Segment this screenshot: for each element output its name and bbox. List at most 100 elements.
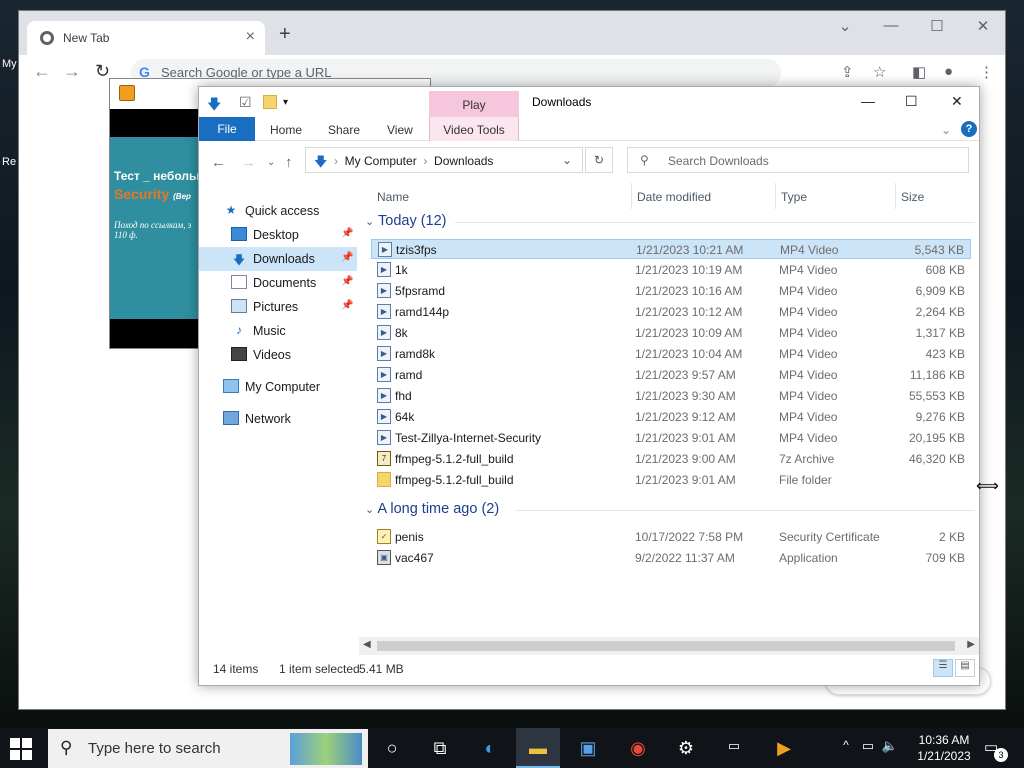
column-header-date[interactable]: Date modified <box>637 190 711 204</box>
properties-checkbox-icon[interactable]: ☑ <box>239 94 252 111</box>
details-view-icon[interactable]: ☰ <box>933 659 953 677</box>
pin-icon[interactable]: 📌 <box>341 276 353 287</box>
notification-center-icon[interactable]: ▭ 3 <box>984 738 1008 762</box>
file-row[interactable]: ▶ tzis3fps 1/21/2023 10:21 AM MP4 Video 5,54… <box>371 239 971 259</box>
scrollbar-thumb[interactable] <box>377 641 955 651</box>
forward-arrow-icon[interactable]: → <box>63 61 81 82</box>
task-view-icon[interactable]: ⧉ <box>418 728 462 768</box>
close-button[interactable]: ✕ <box>970 17 996 35</box>
edge-icon[interactable]: ◐ <box>468 728 512 768</box>
taskbar-search-input[interactable]: ⚲ Type here to search <box>48 729 368 768</box>
terminal-icon[interactable]: ▭ <box>712 728 756 768</box>
tab-search-chevron-icon[interactable]: ⌄ <box>832 17 858 35</box>
group-header[interactable]: ⌄ A long time ago (2) <box>365 501 975 517</box>
search-input[interactable]: ⚲ Search Downloads <box>627 147 969 173</box>
sidebar-item-network[interactable]: Network <box>199 407 357 431</box>
minimize-button[interactable]: — <box>878 17 904 34</box>
start-button[interactable] <box>10 738 32 760</box>
tab-home[interactable]: Home <box>270 123 302 137</box>
scroll-left-icon[interactable]: ◀ <box>363 639 371 650</box>
new-tab-button[interactable]: + <box>279 23 291 46</box>
sidebar-item-downloads[interactable]: 🡇 Downloads 📌 <box>199 247 357 271</box>
file-row[interactable]: ▶ ramd8k 1/21/2023 10:04 AM MP4 Video 423 KB <box>371 344 971 364</box>
sidebar-item-documents[interactable]: Documents 📌 <box>199 271 357 295</box>
file-row[interactable]: ▶ fhd 1/21/2023 9:30 AM MP4 Video 55,553 KB <box>371 386 971 406</box>
close-button[interactable]: ✕ <box>951 93 963 110</box>
side-panel-icon[interactable]: ◧ <box>912 63 926 81</box>
up-arrow-icon[interactable]: ↑ <box>285 154 293 171</box>
tab-file[interactable]: File <box>199 117 255 141</box>
file-row[interactable]: ▶ 64k 1/21/2023 9:12 AM MP4 Video 9,276 KB <box>371 407 971 427</box>
file-row[interactable]: ▶ 5fpsramd 1/21/2023 10:16 AM MP4 Video 6,90… <box>371 281 971 301</box>
column-divider[interactable] <box>631 183 632 209</box>
expand-ribbon-chevron-icon[interactable]: ⌄ <box>941 123 951 137</box>
scroll-right-icon[interactable]: ▶ <box>967 639 975 650</box>
group-header[interactable]: ⌄ Today (12) <box>365 213 975 229</box>
chrome-tab[interactable]: New Tab × <box>27 21 265 55</box>
file-row[interactable]: 7 ffmpeg-5.1.2-full_build 1/21/2023 9:00 A… <box>371 449 971 469</box>
pin-icon[interactable]: 📌 <box>341 228 353 239</box>
maximize-button[interactable]: ☐ <box>924 17 950 35</box>
file-row[interactable]: ▶ ramd 1/21/2023 9:57 AM MP4 Video 11,186 KB <box>371 365 971 385</box>
profile-avatar-icon[interactable]: ● <box>944 63 953 80</box>
file-row[interactable]: ffmpeg-5.1.2-full_build 1/21/2023 9:01 AM… <box>371 470 971 490</box>
collapse-chevron-icon[interactable]: ⌄ <box>365 216 374 228</box>
help-icon[interactable]: ? <box>961 121 977 137</box>
new-folder-icon[interactable] <box>263 95 277 109</box>
horizontal-scrollbar[interactable]: ◀ ▶ <box>359 637 979 655</box>
download-arrow-icon[interactable]: 🡇 <box>207 94 221 118</box>
settings-gear-icon[interactable]: ⚙ <box>664 728 708 768</box>
store-icon[interactable]: ▣ <box>566 728 610 768</box>
large-icons-view-icon[interactable]: ▤ <box>955 659 975 677</box>
tab-close-icon[interactable]: × <box>246 28 255 46</box>
tab-view[interactable]: View <box>387 123 413 137</box>
column-divider[interactable] <box>895 183 896 209</box>
sidebar-item-music[interactable]: ♪ Music <box>199 319 357 343</box>
file-row[interactable]: ▣ vac467 9/2/2022 11:37 AM Application 709 K… <box>371 548 971 568</box>
desktop-icon-label[interactable]: My <box>2 58 17 70</box>
tab-share[interactable]: Share <box>328 123 360 137</box>
breadcrumb-root[interactable]: My Computer <box>345 154 417 168</box>
column-header-name[interactable]: Name <box>377 190 409 204</box>
file-row[interactable]: ▶ ramd144p 1/21/2023 10:12 AM MP4 Video 2,26… <box>371 302 971 322</box>
media-player-taskbar-icon[interactable]: ▶ <box>762 728 806 768</box>
sidebar-item-my-computer[interactable]: My Computer <box>199 375 357 399</box>
file-row[interactable]: ▶ Test-Zillya-Internet-Security 1/21/2023 … <box>371 428 971 448</box>
network-icon[interactable]: ▭ <box>858 728 878 768</box>
address-bar[interactable]: 🡇 › My Computer › Downloads ⌄ <box>305 147 583 173</box>
recent-locations-chevron-icon[interactable]: ⌄ <box>267 157 275 168</box>
file-row[interactable]: ✓ penis 10/17/2022 7:58 PM Security Certifi… <box>371 527 971 547</box>
sidebar-item-quick-access[interactable]: ★ Quick access <box>199 199 357 223</box>
column-divider[interactable] <box>775 183 776 209</box>
forward-arrow-icon[interactable]: → <box>241 154 256 171</box>
pin-icon[interactable]: 📌 <box>341 300 353 311</box>
menu-kebab-icon[interactable]: ⋮ <box>979 63 994 81</box>
column-header-type[interactable]: Type <box>781 190 807 204</box>
tab-video-tools[interactable]: Video Tools <box>429 117 519 141</box>
sidebar-item-videos[interactable]: Videos <box>199 343 357 367</box>
customize-toolbar-chevron-icon[interactable]: ▾ <box>283 97 288 108</box>
chrome-taskbar-icon[interactable]: ◉ <box>616 728 660 768</box>
share-icon[interactable]: ⇪ <box>841 63 854 81</box>
file-row[interactable]: ▶ 8k 1/21/2023 10:09 AM MP4 Video 1,317 KB <box>371 323 971 343</box>
clock[interactable]: 10:36 AM 1/21/2023 <box>904 732 984 764</box>
cortana-icon[interactable]: ○ <box>370 728 414 768</box>
file-explorer-taskbar-icon[interactable]: ▬ <box>516 728 560 768</box>
desktop-icon-label[interactable]: Re <box>2 156 16 168</box>
back-arrow-icon[interactable]: ← <box>211 154 226 171</box>
breadcrumb-current[interactable]: Downloads <box>434 154 493 168</box>
reload-icon[interactable]: ↻ <box>95 61 110 82</box>
collapse-chevron-icon[interactable]: ⌄ <box>365 504 374 516</box>
pin-icon[interactable]: 📌 <box>341 252 353 263</box>
refresh-button[interactable]: ↻ <box>585 147 613 173</box>
file-row[interactable]: ▶ 1k 1/21/2023 10:19 AM MP4 Video 608 KB <box>371 260 971 280</box>
back-arrow-icon[interactable]: ← <box>33 61 51 82</box>
show-hidden-icons-chevron-icon[interactable]: ^ <box>836 728 856 768</box>
sidebar-item-desktop[interactable]: Desktop 📌 <box>199 223 357 247</box>
sidebar-item-pictures[interactable]: Pictures 📌 <box>199 295 357 319</box>
volume-icon[interactable]: 🔈 <box>880 728 900 768</box>
column-header-size[interactable]: Size <box>901 190 924 204</box>
minimize-button[interactable]: — <box>861 93 875 109</box>
maximize-button[interactable]: ☐ <box>905 93 918 110</box>
bookmark-star-icon[interactable]: ☆ <box>873 63 886 81</box>
